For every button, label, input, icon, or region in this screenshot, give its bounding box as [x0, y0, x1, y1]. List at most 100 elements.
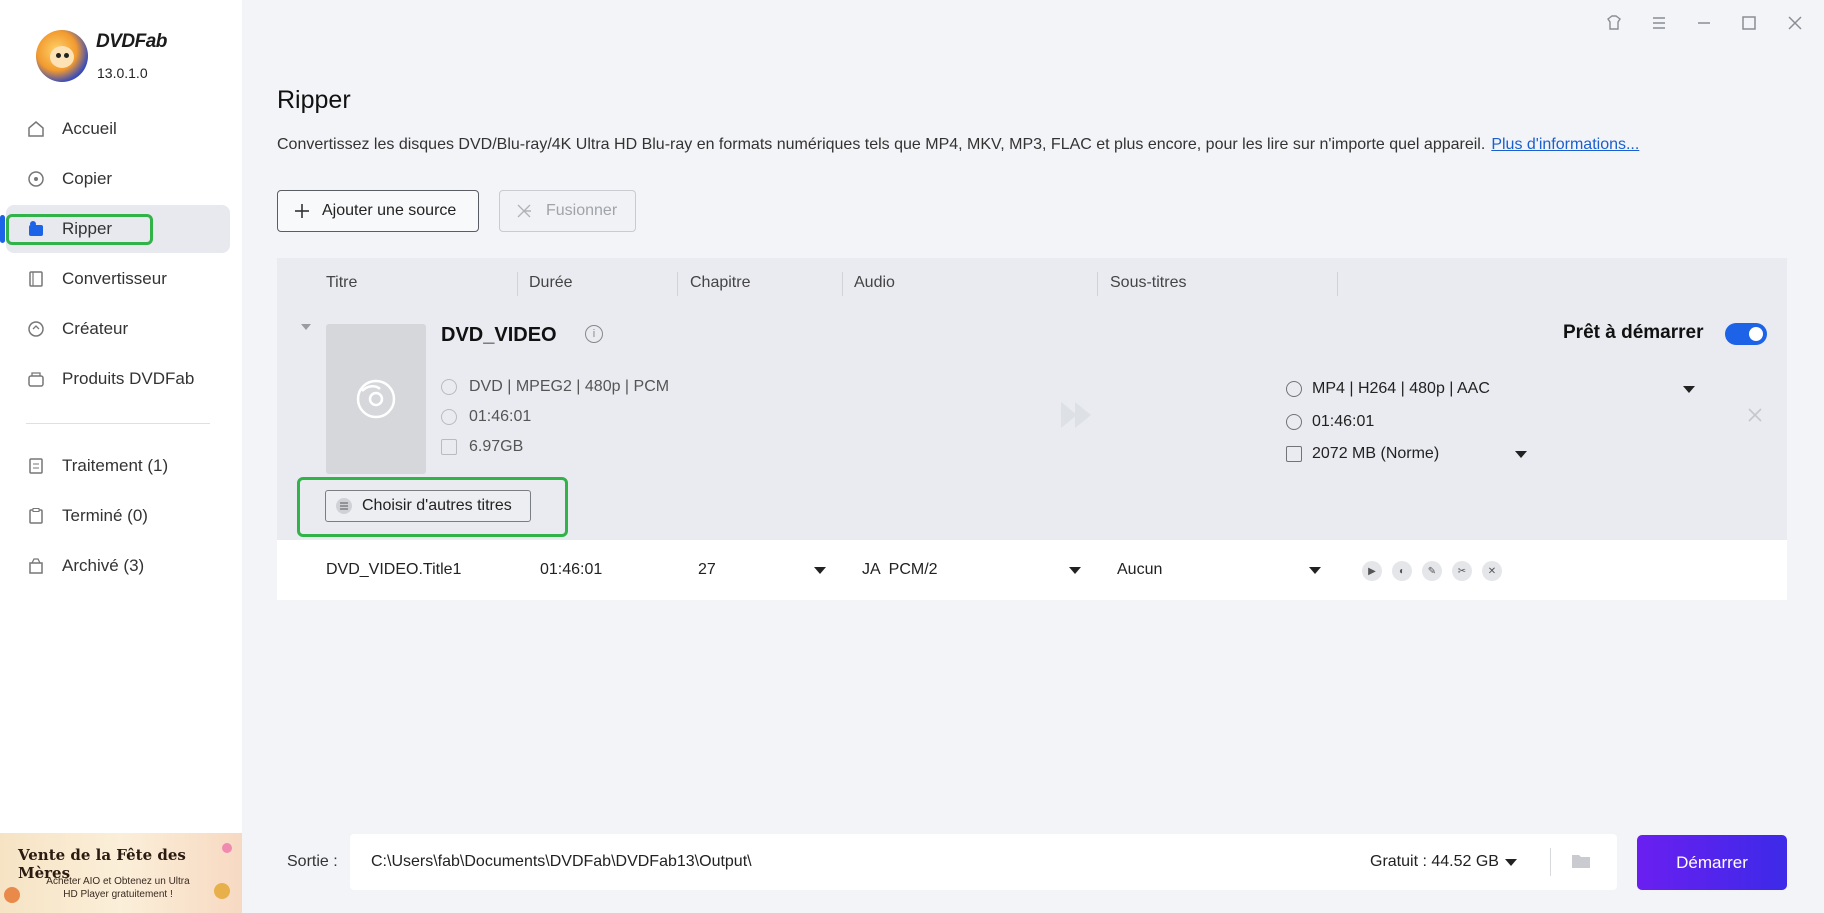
chevron-down-icon [1683, 385, 1695, 393]
output-duration-value: 01:46:01 [1312, 413, 1375, 430]
copy-icon [26, 169, 46, 189]
output-profile-dropdown[interactable]: MP4 | H264 | 480p | AAC [1286, 380, 1696, 398]
chevron-down-icon [814, 567, 826, 574]
source-info: DVD | MPEG2 | 480p | PCM [441, 378, 669, 396]
sidebar-item-ripper[interactable]: Ripper [0, 205, 230, 253]
free-space-dropdown[interactable]: Gratuit : 44.52 GB [1370, 853, 1517, 871]
sidebar-item-label: Copier [62, 169, 113, 188]
column-header-audio: Audio [854, 274, 895, 291]
subtitles-dropdown[interactable]: Aucun [1117, 561, 1327, 579]
sidebar-item-label: Créateur [62, 319, 129, 338]
disc-thumbnail [326, 324, 426, 474]
plus-icon [294, 203, 310, 219]
sidebar-item-createur[interactable]: Créateur [6, 305, 230, 353]
chapter-dropdown[interactable]: 27 [698, 561, 828, 579]
chevron-down-icon [1309, 567, 1321, 574]
merge-label: Fusionner [546, 202, 618, 219]
output-size-dropdown[interactable]: 2072 MB (Norme) [1286, 445, 1527, 463]
close-icon[interactable] [1784, 12, 1806, 34]
table-row[interactable]: DVD_VIDEO.Title1 01:46:01 27 JA PCM/2 Au… [277, 540, 1787, 600]
sidebar-item-label: Archivé (3) [62, 556, 145, 575]
sidebar-divider [26, 423, 210, 424]
sidebar-item-termine[interactable]: Terminé (0) [6, 492, 230, 540]
more-info-link[interactable]: Plus d'informations... [1491, 136, 1639, 153]
skin-icon[interactable] [1603, 12, 1625, 34]
video-settings-icon[interactable]: ◐ [1392, 561, 1412, 581]
app-version: 13.0.1.0 [97, 65, 148, 81]
add-source-button[interactable]: Ajouter une source [277, 190, 479, 232]
flower-icon [214, 883, 230, 899]
info-icon[interactable]: i [585, 325, 603, 343]
output-profile: MP4 | H264 | 480p | AAC [1312, 380, 1490, 397]
sidebar-item-convertisseur[interactable]: Convertisseur [6, 255, 230, 303]
source-size: 6.97GB [441, 438, 523, 456]
edit-icon[interactable]: ✎ [1422, 561, 1442, 581]
sidebar-item-label: Terminé (0) [62, 506, 148, 525]
flower-icon [4, 887, 20, 903]
profile-icon [1286, 381, 1302, 397]
play-icon[interactable]: ▶ [1362, 561, 1382, 581]
folder-icon[interactable] [1570, 850, 1592, 872]
promo-text: Acheter AIO et Obtenez un Ultra HD Playe… [46, 876, 190, 900]
products-icon [26, 369, 46, 389]
chevron-down-icon [1515, 450, 1527, 458]
minimize-icon[interactable] [1693, 12, 1715, 34]
choose-titles-label: Choisir d'autres titres [362, 497, 512, 514]
status-label: Prêt à démarrer [1563, 322, 1704, 343]
start-button[interactable]: Démarrer [1637, 835, 1787, 890]
add-source-label: Ajouter une source [322, 202, 457, 219]
output-label: Sortie : [287, 853, 338, 870]
output-path: C:\Users\fab\Documents\DVDFab\DVDFab13\O… [371, 853, 752, 870]
home-icon [26, 119, 46, 139]
cut-icon[interactable]: ✂ [1452, 561, 1472, 581]
sidebar-item-traitement[interactable]: Traitement (1) [6, 442, 230, 490]
sidebar-item-copier[interactable]: Copier [6, 155, 230, 203]
sidebar-item-label: Ripper [62, 219, 113, 238]
archived-icon [26, 556, 46, 576]
page-description: Convertissez les disques DVD/Blu-ray/4K … [277, 136, 1639, 154]
sidebar-item-label: Accueil [62, 119, 117, 138]
audio-value: JA PCM/2 [862, 561, 938, 578]
sidebar-item-produits[interactable]: Produits DVDFab [6, 355, 230, 403]
merge-icon [516, 203, 532, 219]
sidebar-item-accueil[interactable]: Accueil [6, 105, 230, 153]
maximize-icon[interactable] [1738, 12, 1760, 34]
clock-icon [441, 409, 457, 425]
output-size: 2072 MB (Norme) [1312, 445, 1440, 462]
source-format: DVD | MPEG2 | 480p | PCM [469, 378, 670, 395]
collapse-caret-icon[interactable] [301, 324, 311, 330]
brand-name: DVDFab [96, 31, 167, 52]
creator-icon [26, 319, 46, 339]
size-icon [441, 439, 457, 455]
sidebar-item-label: Produits DVDFab [62, 369, 195, 388]
promo-banner[interactable]: Vente de la Fête des Mères Acheter AIO e… [0, 833, 242, 913]
delete-title-icon[interactable]: ✕ [1482, 561, 1502, 581]
chevron-down-icon [1069, 567, 1081, 574]
free-space-value: Gratuit : 44.52 GB [1370, 853, 1499, 870]
converter-icon [26, 269, 46, 289]
sidebar: DVDFab 13.0.1.0 Accueil Copier Ripper Co… [0, 0, 242, 913]
audio-dropdown[interactable]: JA PCM/2 [862, 561, 1092, 579]
merge-button[interactable]: Fusionner [499, 190, 636, 232]
output-path-field[interactable]: C:\Users\fab\Documents\DVDFab\DVDFab13\O… [350, 834, 1617, 890]
chapter-value: 27 [698, 561, 716, 578]
chevron-down-icon [1504, 858, 1517, 866]
menu-icon[interactable] [1648, 12, 1670, 34]
finished-icon [26, 506, 46, 526]
processing-icon [26, 456, 46, 476]
sidebar-item-label: Convertisseur [62, 269, 167, 288]
dvdfab-logo-icon [36, 30, 88, 82]
sidebar-item-archive[interactable]: Archivé (3) [6, 542, 230, 590]
source-duration: 01:46:01 [441, 408, 531, 426]
column-header-duration: Durée [529, 274, 573, 291]
choose-other-titles-button[interactable]: Choisir d'autres titres [325, 490, 531, 522]
description-text: Convertissez les disques DVD/Blu-ray/4K … [277, 136, 1486, 153]
column-header-title: Titre [326, 274, 358, 291]
column-header-chapter: Chapitre [690, 274, 751, 291]
ready-toggle[interactable] [1725, 323, 1767, 345]
source-size-value: 6.97GB [469, 438, 524, 455]
size-icon [1286, 446, 1302, 462]
remove-source-icon[interactable] [1747, 407, 1763, 423]
output-duration: 01:46:01 [1286, 413, 1374, 431]
title-name: DVD_VIDEO.Title1 [326, 561, 462, 578]
